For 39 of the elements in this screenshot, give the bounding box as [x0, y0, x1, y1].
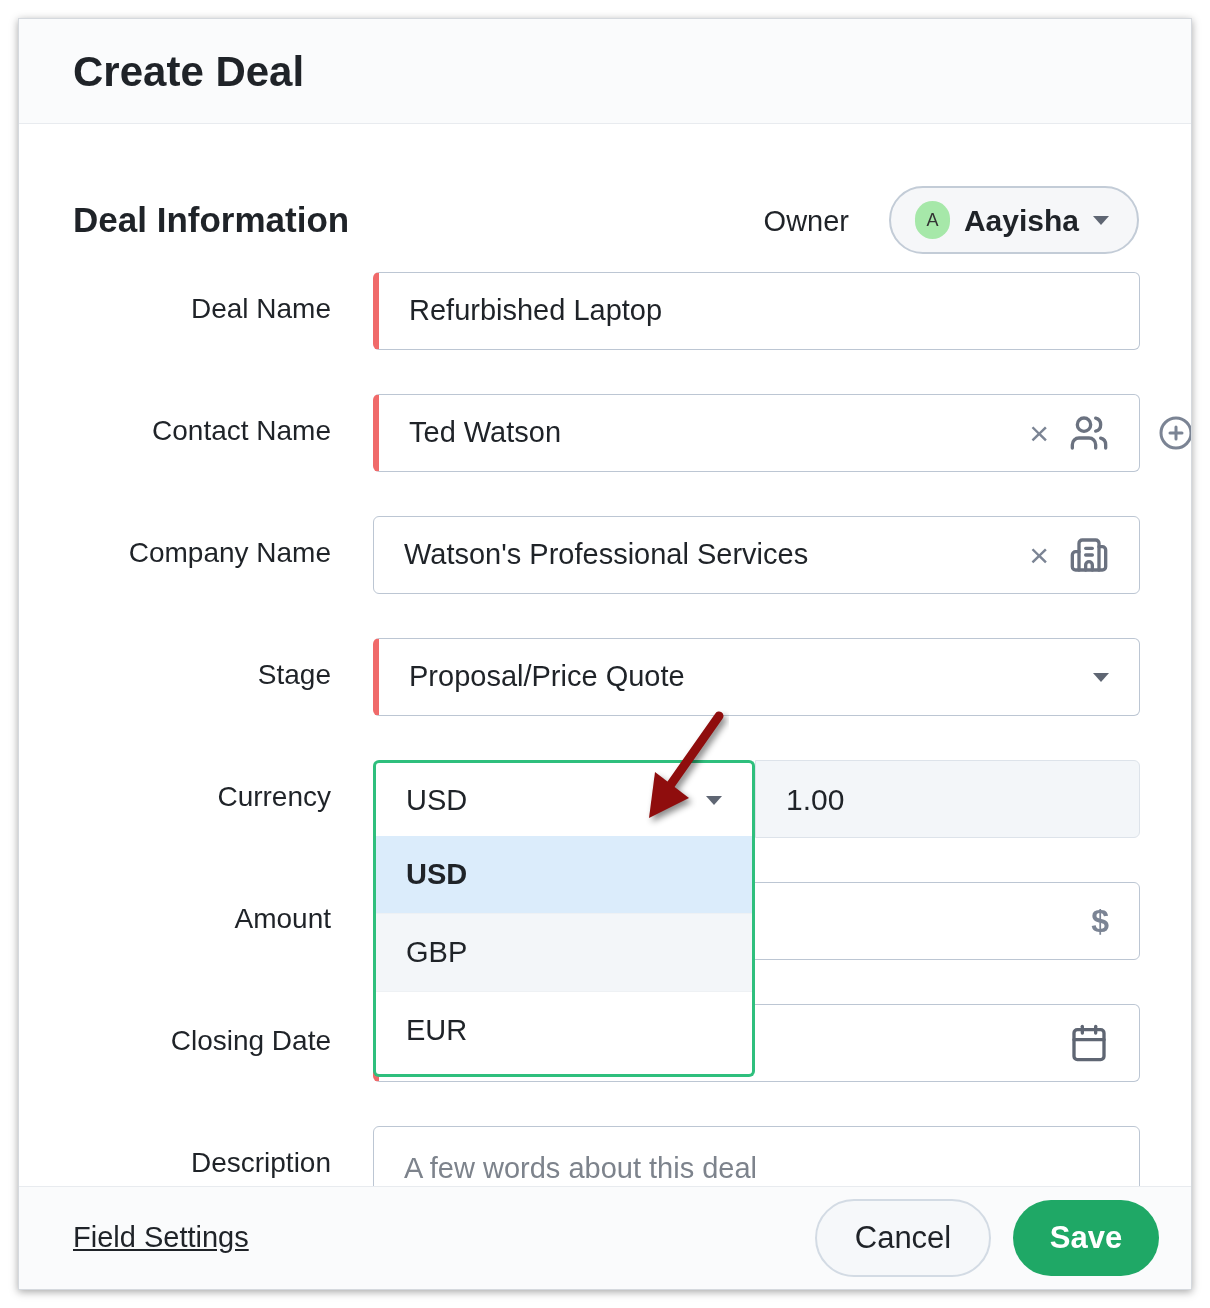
field-settings-link[interactable]: Field Settings — [73, 1216, 815, 1260]
clear-button[interactable]: × — [1029, 416, 1049, 450]
caret-icon — [706, 796, 722, 805]
caret-icon — [1093, 215, 1109, 225]
clear-button[interactable]: × — [1029, 538, 1049, 572]
owner-name: Aayisha — [963, 202, 1079, 239]
field-label: Currency — [216, 780, 331, 814]
stage-select[interactable]: Proposal/Price Quote — [373, 638, 1140, 716]
field-value: Watson's Professional Services — [404, 537, 810, 573]
field-label: Deal Name — [189, 292, 331, 326]
select-value: USD — [406, 782, 468, 818]
exchange-rate-field[interactable]: 1.00 — [755, 760, 1140, 838]
field-label: Description — [189, 1146, 331, 1180]
avatar: A — [915, 201, 950, 239]
section-title: Deal Information — [73, 198, 351, 241]
cancel-button[interactable]: Cancel — [815, 1199, 991, 1277]
field-label: Closing Date — [169, 1024, 331, 1058]
owner-label: Owner — [763, 204, 849, 240]
dropdown-option[interactable]: USD — [376, 836, 752, 914]
calendar-icon[interactable] — [1069, 1023, 1109, 1063]
people-icon[interactable] — [1069, 413, 1109, 453]
field-label: Amount — [233, 902, 331, 936]
field-label: Stage — [256, 658, 331, 692]
dropdown-option[interactable]: GBP — [376, 914, 752, 992]
placeholder-text: A few words about this deal — [404, 1151, 758, 1186]
currency-symbol: $ — [1091, 902, 1109, 941]
field-value: Ted Watson — [409, 415, 563, 451]
caret-icon — [1093, 672, 1109, 682]
select-value: Proposal/Price Quote — [409, 659, 685, 695]
dialog-title: Create Deal — [73, 46, 305, 97]
building-icon[interactable] — [1069, 535, 1109, 575]
description-field[interactable]: A few words about this deal — [373, 1126, 1140, 1186]
lookup-field[interactable]: Ted Watson × — [373, 394, 1140, 472]
lookup-field[interactable]: Watson's Professional Services × — [373, 516, 1140, 594]
field-label: Contact Name — [151, 414, 331, 448]
field-label: Company Name — [127, 536, 331, 570]
add-icon[interactable] — [1158, 415, 1191, 451]
text-field[interactable]: Refurbished Laptop — [373, 272, 1140, 350]
owner-select[interactable]: A Aayisha — [889, 186, 1139, 254]
